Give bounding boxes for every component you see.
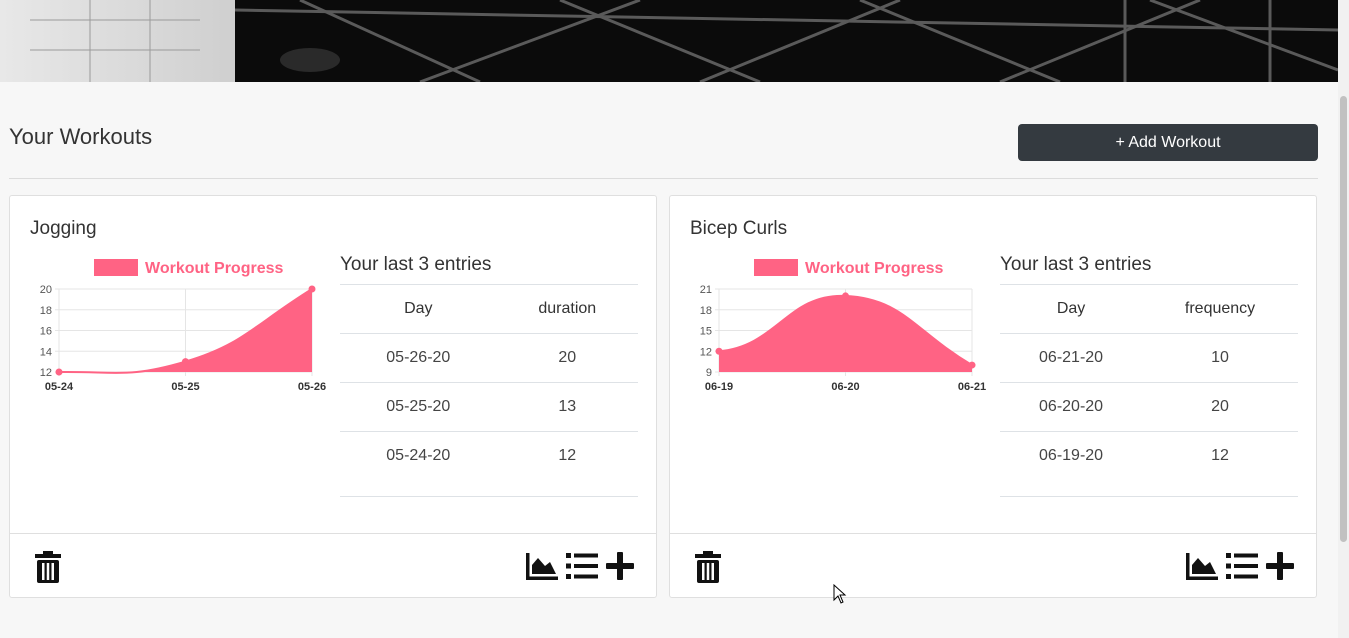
card-footer-divider [670, 533, 1316, 534]
table-cell-value: 10 [1142, 333, 1298, 383]
workout-card-jogging: Jogging Workout Progress 12 14 16 18 20 05-24… [9, 195, 657, 598]
table-cell-day: 05-24-20 [340, 431, 497, 480]
x-tick-label: 06-21 [958, 381, 986, 393]
data-point [968, 361, 976, 369]
header-divider [9, 178, 1318, 179]
y-tick-label: 14 [40, 346, 52, 358]
y-tick-label: 20 [40, 284, 52, 296]
y-tick-label: 21 [700, 284, 712, 296]
column-header: Day [340, 284, 497, 334]
column-header: duration [496, 284, 638, 334]
x-tick-label: 06-20 [831, 381, 859, 393]
data-point [308, 285, 316, 293]
table-bottom-rule [340, 496, 638, 497]
table-row: 05-26-20 20 [340, 333, 638, 383]
table-header-row: Day frequency [1000, 284, 1298, 334]
workout-title: Jogging [30, 218, 97, 239]
y-tick-label: 16 [40, 326, 52, 338]
hero-banner [0, 0, 1338, 82]
page-scrollbar[interactable] [1338, 0, 1349, 638]
workout-title: Bicep Curls [690, 218, 788, 239]
list-icon[interactable] [1226, 553, 1258, 579]
y-tick-label: 12 [40, 367, 52, 379]
y-tick-label: 18 [40, 305, 52, 317]
entries-title: Your last 3 entries [1000, 254, 1152, 275]
list-icon[interactable] [566, 553, 598, 579]
y-tick-label: 9 [706, 367, 712, 379]
trash-icon[interactable] [34, 551, 62, 583]
table-cell-value: 12 [1142, 431, 1298, 480]
legend-swatch [94, 259, 138, 276]
table-cell-day: 06-21-20 [1000, 333, 1143, 383]
table-cell-value: 20 [1142, 382, 1298, 432]
table-cell-value: 13 [496, 382, 638, 432]
scrollbar-thumb[interactable] [1340, 96, 1347, 542]
x-tick-label: 05-26 [298, 381, 326, 393]
data-point [715, 347, 723, 355]
table-row: 06-19-20 12 [1000, 431, 1298, 480]
mouse-cursor-icon [833, 584, 847, 604]
table-cell-day: 05-26-20 [340, 333, 497, 383]
chart-area-icon[interactable] [526, 553, 558, 580]
table-row: 06-21-20 10 [1000, 333, 1298, 383]
column-header: frequency [1142, 284, 1298, 334]
table-cell-day: 05-25-20 [340, 382, 497, 432]
add-workout-button[interactable]: + Add Workout [1018, 124, 1318, 161]
data-point [842, 292, 849, 300]
column-header: Day [1000, 284, 1143, 334]
page-title: Your Workouts [9, 124, 153, 149]
workout-card-bicep-curls: Bicep Curls Workout Progress 9 12 15 18 21 06… [669, 195, 1317, 598]
table-row: 06-20-20 20 [1000, 382, 1298, 432]
x-tick-label: 05-25 [171, 381, 199, 393]
entries-title: Your last 3 entries [340, 254, 492, 275]
table-cell-value: 20 [496, 333, 638, 383]
data-point [55, 368, 63, 376]
hero-ceiling-image [30, 0, 1338, 82]
y-tick-label: 12 [700, 346, 712, 358]
entries-table: Day duration 05-26-20 20 05-25-20 13 05-… [340, 284, 638, 480]
legend-label: Workout Progress [805, 260, 944, 277]
legend-swatch [754, 259, 798, 276]
y-tick-label: 15 [700, 326, 712, 338]
trash-icon[interactable] [694, 551, 722, 583]
series-area [719, 295, 972, 372]
plus-icon[interactable] [1266, 552, 1294, 580]
entries-table: Day frequency 06-21-20 10 06-20-20 20 06… [1000, 284, 1298, 480]
card-footer-divider [10, 533, 656, 534]
x-tick-label: 05-24 [45, 381, 74, 393]
x-tick-label: 06-19 [705, 381, 733, 393]
table-header-row: Day duration [340, 284, 638, 334]
plus-icon[interactable] [606, 552, 634, 580]
legend-label: Workout Progress [145, 260, 284, 277]
table-row: 05-24-20 12 [340, 431, 638, 480]
chart-area-icon[interactable] [1186, 553, 1218, 580]
table-cell-value: 12 [496, 431, 638, 480]
workout-progress-chart: Workout Progress 12 14 16 18 20 05-24 05-25 05-… [40, 259, 326, 393]
table-bottom-rule [1000, 496, 1298, 497]
workout-progress-chart: Workout Progress 9 12 15 18 21 06-19 06-20 06-2… [700, 259, 986, 393]
table-row: 05-25-20 13 [340, 382, 638, 432]
table-cell-day: 06-20-20 [1000, 382, 1143, 432]
table-cell-day: 06-19-20 [1000, 431, 1143, 480]
data-point [182, 358, 189, 366]
y-tick-label: 18 [700, 305, 712, 317]
